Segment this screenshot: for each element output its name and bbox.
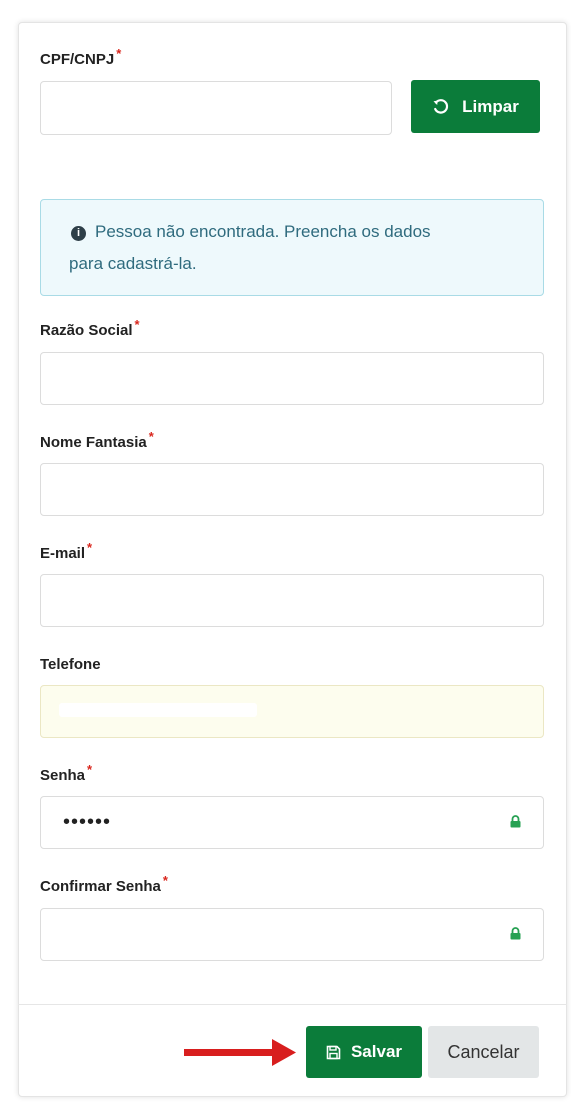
save-icon xyxy=(326,1045,341,1059)
senha-input[interactable]: •••••• xyxy=(40,796,544,849)
required-mark: * xyxy=(87,540,93,555)
cpf-label: CPF/CNPJ * xyxy=(40,46,121,68)
save-button[interactable]: Salvar xyxy=(306,1026,422,1078)
clear-button[interactable]: Limpar xyxy=(411,80,540,133)
razao-social-label-text: Razão Social xyxy=(40,322,133,339)
confirmar-senha-label-text: Confirmar Senha xyxy=(40,878,161,895)
alert-line-2: para cadastrá-la. xyxy=(69,254,197,273)
redacted-value xyxy=(59,703,257,717)
telefone-input[interactable] xyxy=(40,685,544,738)
nome-fantasia-input[interactable] xyxy=(40,463,544,516)
email-label-text: E-mail xyxy=(40,545,86,562)
required-mark: * xyxy=(148,429,154,444)
clear-button-label: Limpar xyxy=(462,96,519,116)
required-mark: * xyxy=(134,317,140,332)
confirmar-senha-label: Confirmar Senha * xyxy=(40,873,168,895)
required-mark: * xyxy=(162,873,168,888)
alert-text-1: Pessoa não encontrada. Preencha os dados xyxy=(95,222,431,241)
alert-line-1: i Pessoa não encontrada. Preencha os dado… xyxy=(71,216,523,248)
telefone-label: Telefone xyxy=(40,656,101,673)
email-label: E-mail * xyxy=(40,540,92,562)
razao-social-input[interactable] xyxy=(40,352,544,405)
senha-label: Senha * xyxy=(40,762,92,784)
cpf-label-text: CPF/CNPJ xyxy=(40,51,115,68)
required-mark: * xyxy=(116,46,122,61)
lock-icon xyxy=(510,815,521,828)
nome-fantasia-label-text: Nome Fantasia xyxy=(40,434,147,451)
footer-divider xyxy=(18,1004,567,1005)
arrow-right-icon xyxy=(184,1039,296,1066)
cpf-input[interactable] xyxy=(40,81,392,135)
razao-social-label: Razão Social * xyxy=(40,317,140,339)
telefone-label-text: Telefone xyxy=(40,656,101,673)
lock-icon xyxy=(510,927,521,940)
undo-icon xyxy=(433,98,449,114)
required-mark: * xyxy=(87,762,93,777)
cancel-button[interactable]: Cancelar xyxy=(428,1026,539,1078)
save-button-label: Salvar xyxy=(350,1042,403,1061)
nome-fantasia-label: Nome Fantasia * xyxy=(40,429,154,451)
senha-label-text: Senha xyxy=(40,767,86,784)
cancel-button-label: Cancelar xyxy=(447,1041,520,1062)
confirmar-senha-input[interactable] xyxy=(40,908,544,961)
info-icon: i xyxy=(71,226,86,241)
email-input[interactable] xyxy=(40,574,544,627)
not-found-alert: i Pessoa não encontrada. Preencha os dado… xyxy=(40,199,544,296)
senha-masked-value: •••••• xyxy=(63,811,112,833)
